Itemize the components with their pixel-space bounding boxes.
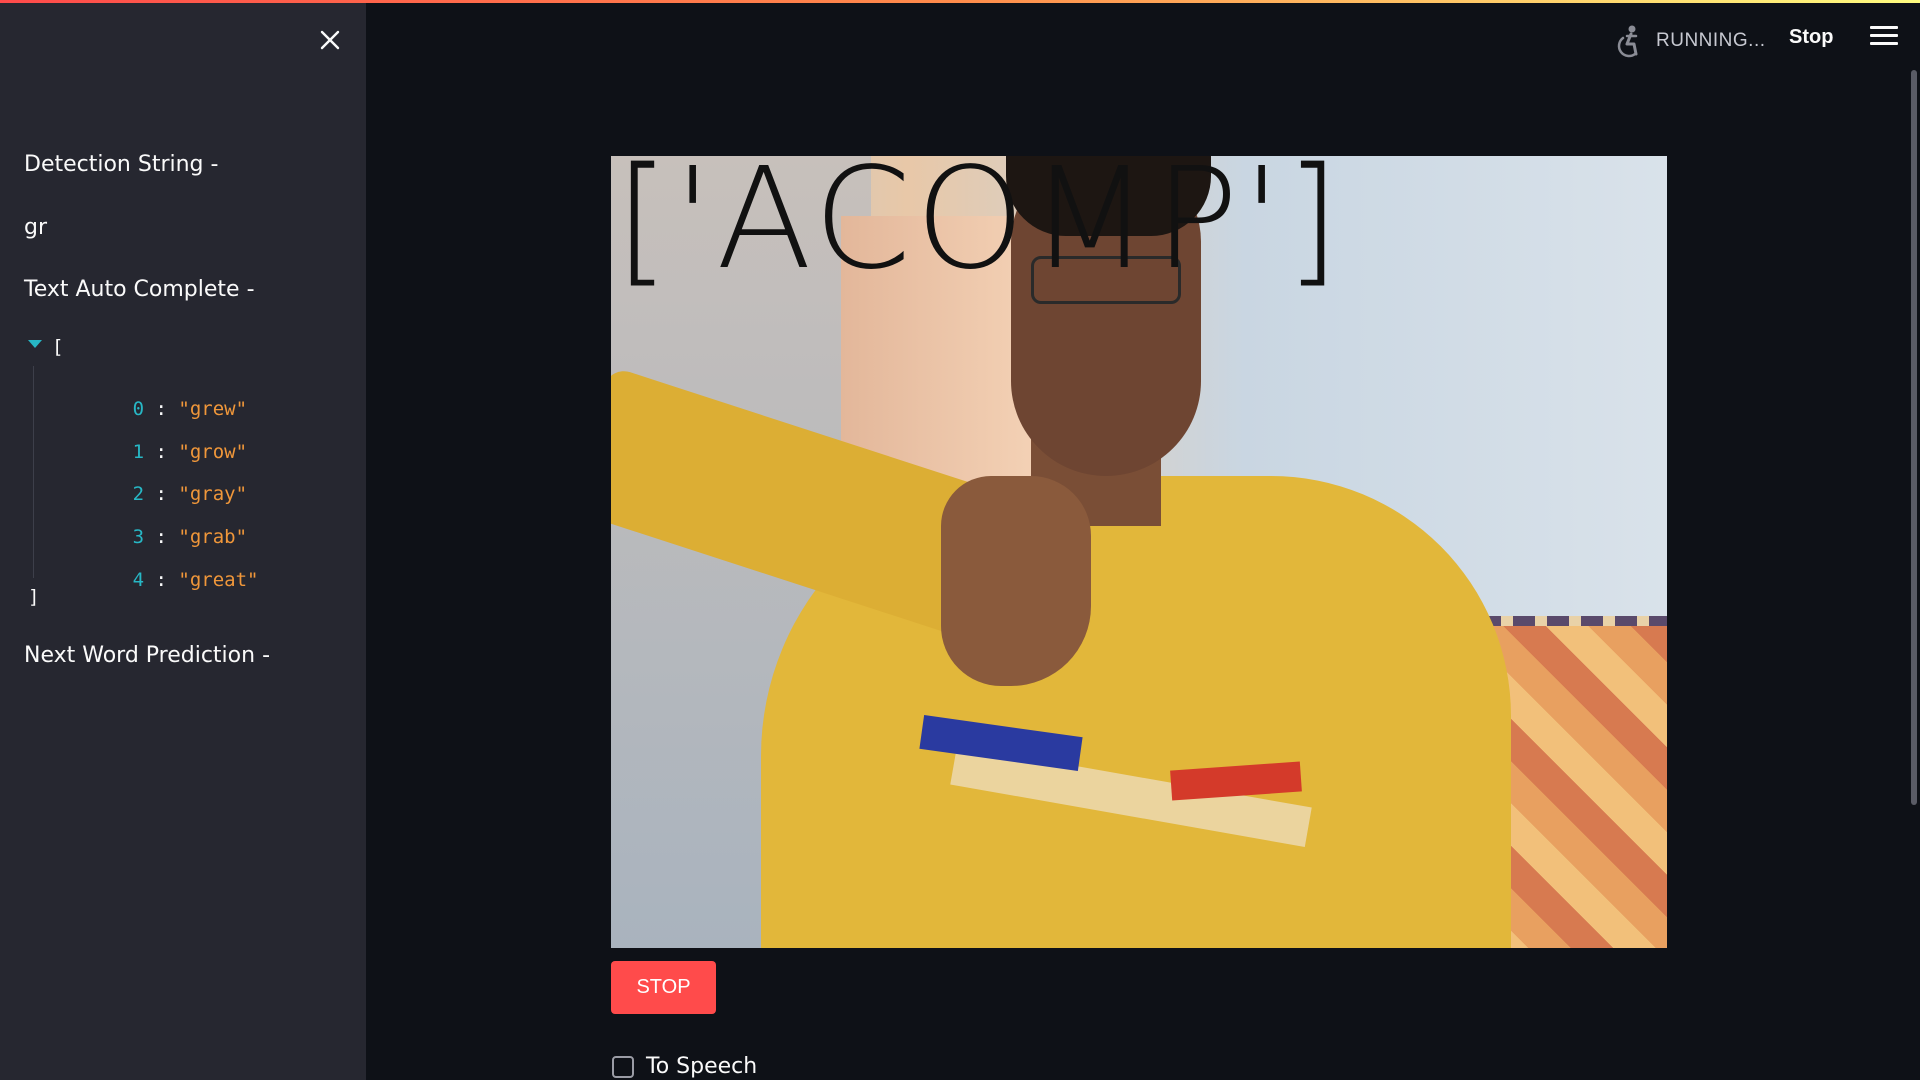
json-colon: : [144,398,179,420]
close-sidebar-button[interactable] [310,22,350,58]
json-colon: : [144,441,179,463]
json-colon: : [144,483,179,505]
next-word-prediction-label: Next Word Prediction - [24,643,271,668]
hamburger-menu-icon [1870,26,1898,45]
detection-string-value: gr [24,215,48,240]
to-speech-label: To Speech [646,1054,758,1079]
text-autocomplete-label: Text Auto Complete - [24,277,255,302]
json-close-bracket: ] [28,586,40,608]
json-index: 3 [132,526,145,548]
json-value: "gray" [178,483,248,505]
json-indent-guide [33,366,34,578]
close-icon [320,30,340,50]
json-value: "grew" [178,398,248,420]
collapse-caret-icon[interactable] [28,340,42,348]
json-colon: : [144,526,179,548]
json-value: "great" [178,569,259,591]
to-speech-checkbox-row[interactable]: To Speech [612,1054,757,1079]
detection-string-label: Detection String - [24,152,219,177]
video-overlay-prediction: ['ACOMP'] [615,156,1344,301]
video-person-hand [941,476,1091,686]
status-text: RUNNING... [1656,30,1766,51]
json-row: 4 : "great" [64,547,259,613]
running-figure-icon [1617,25,1638,58]
json-index: 1 [132,441,145,463]
top-decoration-bar [0,0,1920,3]
json-value: "grow" [178,441,248,463]
webcam-video-feed: ['ACOMP'] [611,156,1667,948]
running-status: RUNNING... [1614,24,1766,58]
json-value: "grab" [178,526,248,548]
json-index: 0 [132,398,145,420]
json-open-bracket: [ [52,336,64,358]
json-colon: : [144,569,179,591]
json-index: 2 [132,483,145,505]
main-scrollbar[interactable] [1911,70,1917,805]
stop-button[interactable]: STOP [611,961,716,1014]
json-index: 4 [132,569,145,591]
sidebar: Detection String - gr Text Auto Complete… [0,0,366,1080]
to-speech-checkbox[interactable] [612,1055,634,1078]
stop-run-button[interactable]: Stop [1789,26,1833,49]
main-menu-button[interactable] [1870,26,1898,50]
